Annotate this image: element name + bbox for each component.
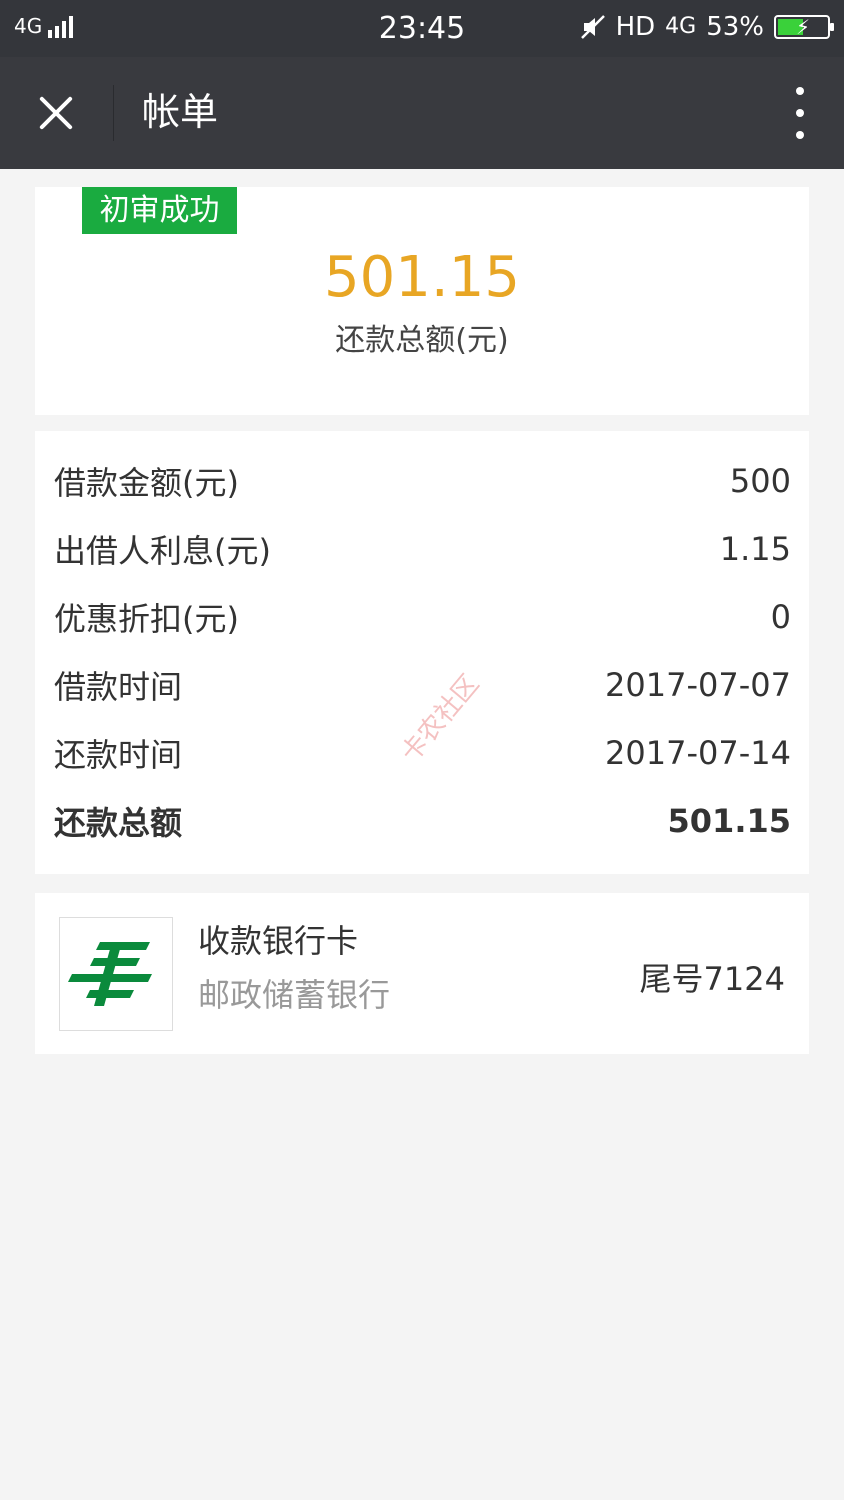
status-badge: 初审成功 [82, 187, 237, 234]
nav-divider [113, 85, 114, 141]
status-icons: HD 4G 53% ⚡ [580, 12, 834, 42]
row-value: 500 [729, 462, 791, 500]
card-tail-number: 尾号7124 [639, 960, 785, 998]
page-title: 帐单 [142, 90, 219, 134]
battery-icon: ⚡ [774, 15, 834, 39]
detail-row-discount: 优惠折扣(元) 0 [54, 583, 791, 651]
row-value: 2017-07-14 [605, 734, 791, 772]
postal-bank-logo-icon [59, 917, 173, 1031]
network-gen-icon: 4G [665, 14, 697, 39]
row-label: 优惠折扣(元) [54, 600, 239, 638]
total-amount-label: 还款总额(元) [335, 323, 509, 358]
status-bar: 4G 23:45 HD 4G 53% ⚡ [0, 0, 844, 57]
row-label: 出借人利息(元) [54, 532, 271, 570]
detail-card: 借款金额(元) 500 出借人利息(元) 1.15 优惠折扣(元) 0 借款时间… [35, 431, 809, 874]
summary-card: 初审成功 501.15 还款总额(元) [35, 187, 809, 415]
row-value: 2017-07-07 [605, 666, 791, 704]
row-value: 0 [770, 598, 791, 636]
mute-icon [580, 14, 606, 40]
detail-row-loan-amount: 借款金额(元) 500 [54, 447, 791, 515]
bank-card[interactable]: 收款银行卡 邮政储蓄银行 尾号7124 [35, 893, 809, 1054]
row-label: 还款总额 [54, 804, 183, 842]
nav-bar: 帐单 [0, 57, 844, 169]
row-value: 1.15 [719, 530, 791, 568]
row-label: 还款时间 [54, 736, 183, 774]
detail-row-interest: 出借人利息(元) 1.15 [54, 515, 791, 583]
hd-label: HD [615, 12, 656, 42]
row-label: 借款时间 [54, 668, 183, 706]
row-value: 501.15 [667, 802, 791, 840]
close-icon[interactable] [26, 83, 86, 143]
bank-card-title: 收款银行卡 [198, 922, 359, 960]
bank-name: 邮政储蓄银行 [198, 976, 391, 1014]
row-label: 借款金额(元) [54, 464, 239, 502]
total-amount: 501.15 [324, 245, 520, 310]
battery-percent: 53% [706, 12, 764, 42]
more-options-icon[interactable] [792, 87, 808, 139]
